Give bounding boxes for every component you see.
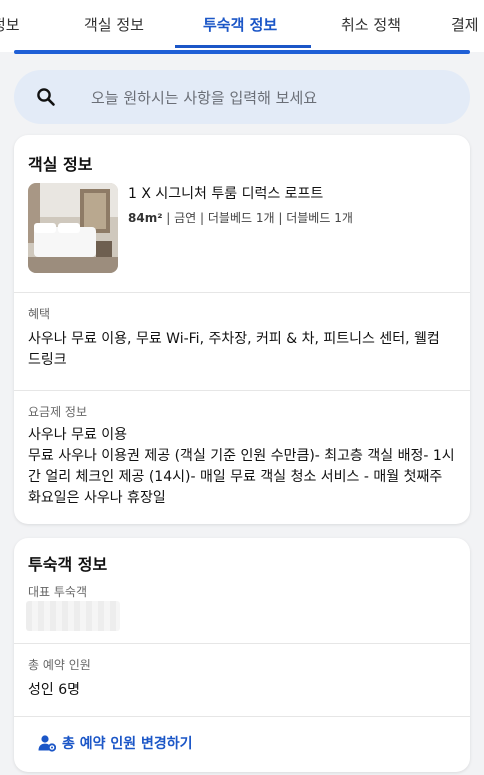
active-tab-indicator	[175, 45, 311, 48]
benefits-label: 혜택	[28, 307, 51, 321]
search-placeholder: 오늘 원하시는 사항을 입력해 보세요	[91, 89, 318, 107]
guest-info-title: 투숙객 정보	[28, 555, 108, 574]
divider	[14, 716, 470, 717]
search-bar[interactable]: 오늘 원하시는 사항을 입력해 보세요	[14, 70, 470, 124]
divider	[14, 643, 470, 644]
change-guest-count-button[interactable]: 총 예약 인원 변경하기	[38, 732, 193, 754]
lead-guest-label: 대표 투숙객	[28, 585, 88, 599]
tab-payment[interactable]: 결제	[451, 14, 479, 35]
tab-info[interactable]: 정보	[0, 14, 20, 35]
room-info-card: 객실 정보 1 X 시그니처 투룸 디럭스 로프트 84m² | 금연 | 더블…	[14, 135, 470, 524]
room-photo[interactable]	[28, 183, 118, 273]
rate-plan-name: 사우나 무료 이용	[28, 427, 128, 443]
change-guest-count-label: 총 예약 인원 변경하기	[62, 736, 193, 752]
header-accent-bar	[14, 50, 470, 54]
room-specs: 84m² | 금연 | 더블베드 1개 | 더블베드 1개	[128, 209, 353, 226]
room-bed-info: | 금연 | 더블베드 1개 | 더블베드 1개	[162, 211, 353, 225]
tab-guest-info[interactable]: 투숙객 정보	[203, 14, 277, 35]
total-guests-value: 성인 6명	[28, 682, 80, 698]
rate-plan-details: 무료 사우나 이용권 제공 (객실 기준 인원 수만큼)- 최고층 객실 배정-…	[28, 448, 455, 506]
room-info-title: 객실 정보	[28, 155, 93, 174]
divider	[14, 390, 470, 391]
tab-cancel-policy[interactable]: 취소 정책	[341, 14, 401, 35]
guest-info-card: 투숙객 정보 대표 투숙객 총 예약 인원 성인 6명 총 예약 인원 변경하기	[14, 538, 470, 772]
benefits-text: 사우나 무료 이용, 무료 Wi-Fi, 주차장, 커피 & 차, 피트니스 센…	[28, 331, 440, 368]
lead-guest-name-masked	[26, 601, 120, 631]
tab-bar: 정보 객실 정보 투숙객 정보 취소 정책 결제	[0, 0, 484, 52]
room-name: 1 X 시그니처 투룸 디럭스 로프트	[128, 186, 324, 202]
tab-room-info[interactable]: 객실 정보	[84, 14, 144, 35]
room-area: 84m²	[128, 211, 163, 225]
user-settings-icon	[38, 735, 56, 752]
divider	[14, 292, 470, 293]
total-guests-label: 총 예약 인원	[28, 658, 91, 672]
search-icon	[37, 88, 55, 106]
rate-plan-label: 요금제 정보	[28, 405, 88, 419]
